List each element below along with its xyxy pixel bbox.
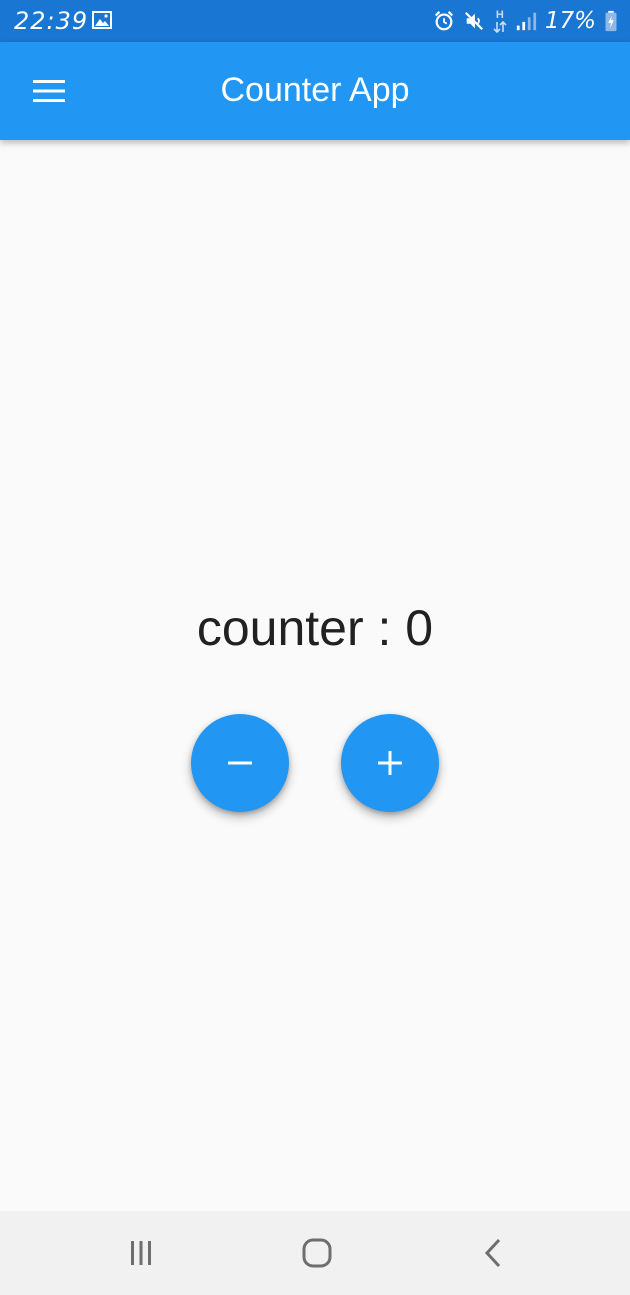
minus-icon: [228, 761, 252, 765]
home-button[interactable]: [295, 1231, 339, 1275]
app-title: Counter App: [220, 71, 410, 109]
increment-button[interactable]: [341, 714, 439, 812]
battery-charging-icon: [605, 10, 617, 32]
mute-icon: [464, 11, 483, 31]
signal-icon: [516, 12, 536, 31]
battery-percent: 17%: [544, 8, 596, 34]
navigation-bar: [0, 1211, 630, 1295]
status-icons: H 17%: [433, 8, 618, 34]
status-bar: 22:39 H 17%: [0, 0, 630, 42]
recent-apps-icon: [131, 1241, 151, 1265]
network-type: H: [495, 8, 504, 21]
data-arrows-icon: H: [493, 8, 507, 33]
app-bar: Counter App: [0, 42, 630, 140]
back-button[interactable]: [472, 1231, 516, 1275]
status-time: 22:39: [14, 7, 89, 35]
gallery-icon: [92, 11, 112, 29]
alarm-icon: [434, 11, 453, 31]
plus-icon: [378, 751, 402, 775]
recent-apps-button[interactable]: [119, 1231, 163, 1275]
decrement-button[interactable]: [191, 714, 289, 812]
home-icon: [302, 1238, 332, 1268]
back-icon: [484, 1238, 501, 1268]
counter-label: counter : 0: [196, 600, 434, 656]
